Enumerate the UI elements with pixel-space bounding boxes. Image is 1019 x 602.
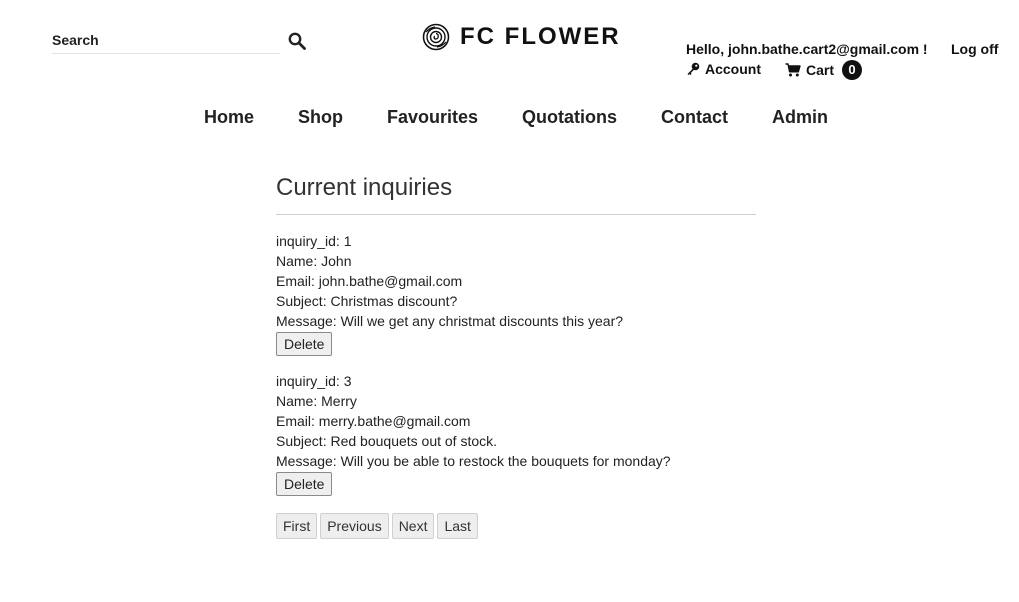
delete-button[interactable]: Delete: [276, 332, 333, 356]
inquiry-id: inquiry_id: 3: [276, 373, 352, 389]
inquiry-message: Message: Will you be able to restock the…: [276, 453, 671, 469]
last-page-button[interactable]: Last: [437, 513, 478, 539]
nav-favourites[interactable]: Favourites: [387, 107, 478, 128]
pagination: First Previous Next Last: [276, 513, 756, 539]
page-title: Current inquiries: [276, 174, 453, 201]
nav-home[interactable]: Home: [204, 107, 254, 128]
first-page-button[interactable]: First: [276, 513, 318, 539]
nav-shop[interactable]: Shop: [298, 107, 343, 128]
search-icon[interactable]: [288, 32, 308, 52]
cart-icon: [785, 63, 801, 77]
site-logo[interactable]: FC FLOWER: [422, 22, 621, 52]
account-label: Account: [705, 61, 761, 77]
inquiry-email: Email: john.bathe@gmail.com: [276, 273, 463, 289]
inquiry-item: inquiry_id: 3 Name: Merry Email: merry.b…: [276, 371, 756, 496]
inquiry-message: Message: Will we get any christmat disco…: [276, 313, 624, 329]
inquiry-subject: Subject: Red bouquets out of stock.: [276, 433, 498, 449]
nav-contact[interactable]: Contact: [661, 107, 728, 128]
inquiry-id: inquiry_id: 1: [276, 233, 352, 249]
key-icon: [687, 62, 700, 75]
logo-text: FC FLOWER: [460, 23, 621, 50]
cart-link[interactable]: Cart 0: [785, 60, 863, 80]
next-page-button[interactable]: Next: [391, 513, 435, 539]
previous-page-button[interactable]: Previous: [320, 513, 389, 539]
nav-admin[interactable]: Admin: [772, 107, 828, 128]
nav-quotations[interactable]: Quotations: [522, 107, 617, 128]
title-divider: [276, 214, 756, 215]
search-field: [52, 31, 280, 54]
inquiry-subject: Subject: Christmas discount?: [276, 293, 458, 309]
inquiry-email: Email: merry.bathe@gmail.com: [276, 413, 471, 429]
search-input[interactable]: [52, 31, 272, 49]
user-greeting: Hello, john.bathe.cart2@gmail.com !: [686, 41, 928, 57]
inquiry-name: Name: John: [276, 253, 352, 269]
inquiries-section: Current inquiries inquiry_id: 1 Name: Jo…: [276, 172, 756, 539]
cart-count-badge: 0: [842, 60, 863, 80]
rose-logo-icon: [422, 23, 450, 51]
inquiry-item: inquiry_id: 1 Name: John Email: john.bat…: [276, 231, 756, 356]
delete-button[interactable]: Delete: [276, 472, 333, 496]
cart-label: Cart: [806, 62, 835, 78]
log-off-link[interactable]: Log off: [951, 41, 998, 57]
main-nav: Home Shop Favourites Quotations Contact …: [0, 107, 1019, 131]
account-link[interactable]: Account: [686, 61, 761, 77]
inquiry-name: Name: Merry: [276, 393, 357, 409]
